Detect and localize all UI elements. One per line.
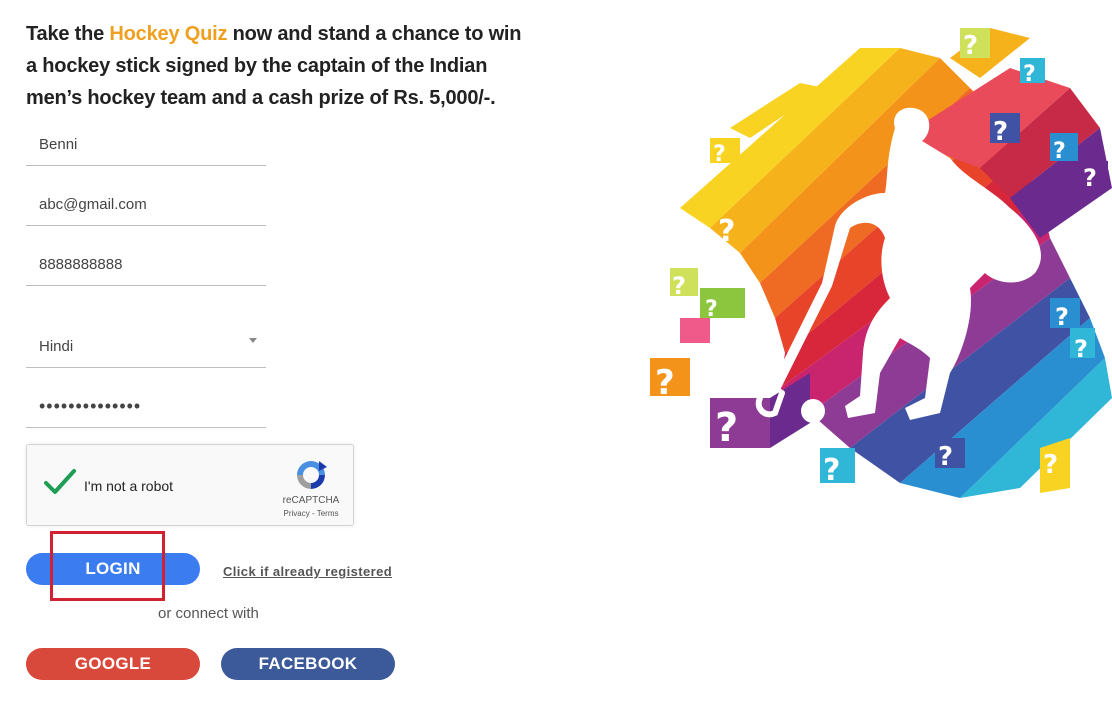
promo-text-start: Take the (26, 23, 110, 45)
recaptcha-widget: I'm not a robot reCAPTCHA Privacy - Term… (26, 444, 354, 526)
svg-text:?: ? (1043, 450, 1058, 480)
svg-text:?: ? (823, 453, 840, 488)
svg-text:?: ? (938, 442, 953, 472)
recaptcha-terms[interactable]: Privacy - Terms (281, 509, 341, 518)
svg-text:?: ? (672, 272, 686, 300)
svg-text:?: ? (963, 31, 978, 61)
svg-text:?: ? (1053, 139, 1066, 164)
svg-text:?: ? (1055, 303, 1069, 331)
language-select[interactable]: Hindi (26, 324, 266, 368)
svg-text:?: ? (705, 297, 718, 322)
promo-highlight: Hockey Quiz (109, 23, 228, 45)
svg-text:?: ? (715, 405, 738, 451)
svg-text:?: ? (1083, 164, 1097, 192)
password-input[interactable]: •••••••••••••• (39, 396, 239, 417)
svg-text:?: ? (718, 214, 735, 249)
password-field[interactable]: •••••••••••••• (26, 384, 266, 428)
caret-down-icon (249, 338, 257, 343)
svg-text:?: ? (743, 316, 760, 351)
svg-text:?: ? (713, 142, 726, 167)
recaptcha-logo-icon (297, 461, 327, 489)
google-button[interactable]: GOOGLE (26, 648, 200, 680)
email-input[interactable] (39, 196, 239, 213)
recaptcha-brand: reCAPTCHA (282, 495, 340, 506)
svg-text:?: ? (1023, 62, 1036, 87)
phone-field[interactable] (26, 242, 266, 286)
phone-input[interactable] (39, 256, 239, 273)
name-field[interactable] (26, 122, 266, 166)
recaptcha-label: I'm not a robot (84, 478, 174, 494)
login-button[interactable]: LOGIN (26, 553, 200, 585)
language-selected-value: Hindi (39, 338, 74, 355)
already-registered-link[interactable]: Click if already registered (223, 564, 392, 579)
svg-text:?: ? (655, 363, 675, 403)
facebook-button[interactable]: FACEBOOK (221, 648, 395, 680)
hockey-player-illustration: ? ? ? ? ? ? ? ? ? ? ? ? ? ? ? ? ? (650, 28, 1112, 498)
svg-text:?: ? (1074, 335, 1088, 363)
connect-with-text: or connect with (158, 605, 259, 622)
name-input[interactable] (39, 136, 239, 153)
svg-text:?: ? (993, 117, 1008, 147)
promo-headline: Take the Hockey Quiz now and stand a cha… (26, 18, 526, 114)
checkmark-icon[interactable] (43, 467, 77, 497)
email-field[interactable] (26, 182, 266, 226)
